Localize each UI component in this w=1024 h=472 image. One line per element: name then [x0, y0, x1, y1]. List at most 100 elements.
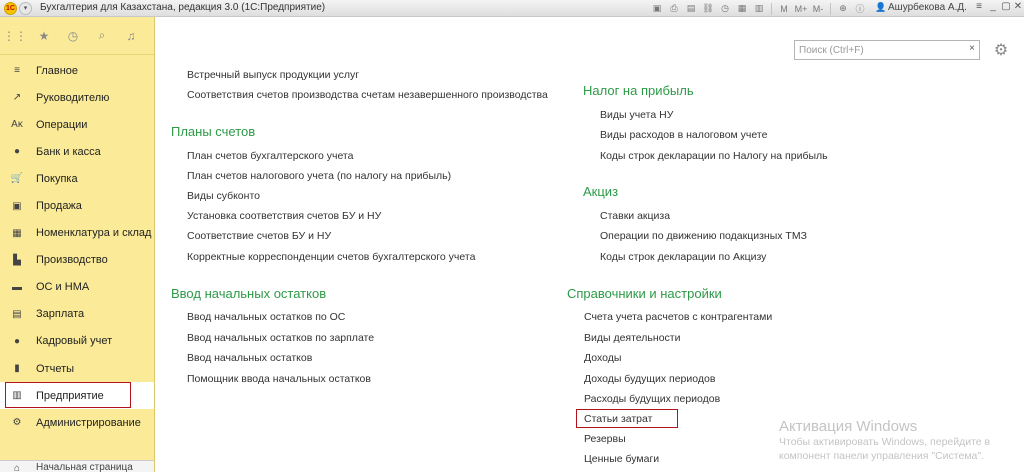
link-excise-operations[interactable]: Операции по движению подакцизных ТМЗ [600, 230, 807, 242]
truck-icon: ▬ [12, 281, 22, 293]
link-wip-accounts[interactable]: Соответствия счетов производства счетам … [187, 89, 548, 101]
memory-button-m-minus[interactable]: M- [811, 2, 825, 15]
preview-icon[interactable]: ▤ [684, 2, 698, 15]
link-opening-balances[interactable]: Ввод начальных остатков [187, 352, 312, 364]
link-chart-tax[interactable]: План счетов налогового учета (по налогу … [187, 170, 451, 182]
search-box: × [794, 40, 980, 60]
zoom-icon[interactable]: ⊕ [836, 2, 850, 15]
link-income-tax-codes[interactable]: Коды строк декларации по Налогу на прибы… [600, 150, 828, 162]
main-menu-icon[interactable]: ▾ [19, 2, 32, 15]
link-correspondence[interactable]: Соответствие счетов БУ и НУ [187, 230, 331, 242]
link-opening-fixed-assets[interactable]: Ввод начальных остатков по ОС [187, 311, 345, 323]
search-input[interactable] [795, 41, 963, 59]
print-icon[interactable]: ⎙ [667, 2, 681, 15]
star-icon[interactable]: ★ [37, 29, 51, 43]
link-set-correspondence[interactable]: Установка соответствия счетов БУ и НУ [187, 210, 381, 222]
sidebar-item-label: Производство [36, 254, 108, 267]
sidebar-item-fixed-assets[interactable]: ▬ ОС и НМА [0, 274, 154, 301]
sidebar-item-label: Номенклатура и склад [36, 227, 152, 240]
apps-icon[interactable]: ⋮⋮ [3, 29, 27, 43]
sidebar-item-label: Начальная страница [36, 462, 133, 472]
save-icon[interactable]: ▣ [650, 2, 664, 15]
sidebar-item-home[interactable]: ⌂ Начальная страница [0, 460, 154, 472]
sidebar-item-label: Главное [36, 64, 79, 77]
sidebar-item-administration[interactable]: ⚙ Администрирование [0, 409, 154, 436]
bell-icon[interactable]: ♫ [124, 29, 138, 43]
sidebar-item-label: Отчеты [36, 362, 75, 375]
sidebar-item-reports[interactable]: ▮ Отчеты [0, 355, 154, 382]
sidebar-item-label: ОС и НМА [36, 281, 90, 294]
home-icon: ⌂ [13, 462, 21, 472]
building-icon: ▥ [12, 390, 22, 402]
history-icon[interactable]: ◷ [66, 29, 80, 43]
sidebar-item-salary[interactable]: ▤ Зарплата [0, 301, 154, 328]
sidebar-item-bank[interactable]: ● Банк и касса [0, 138, 154, 165]
sidebar-toolbar: ⋮⋮ ★ ◷ ⌕ ♫ [0, 17, 154, 55]
sidebar-item-production[interactable]: ▙ Производство [0, 247, 154, 274]
calculator-icon[interactable]: ▥ [752, 2, 766, 15]
link-deferred-income[interactable]: Доходы будущих периодов [584, 373, 715, 385]
link-subconto-types[interactable]: Виды субконто [187, 190, 260, 202]
sidebar-item-warehouse[interactable]: ▦ Номенклатура и склад [0, 220, 154, 247]
link-cost-items[interactable]: Статьи затрат [584, 413, 652, 425]
link-chart-accounting[interactable]: План счетов бухгалтерского учета [187, 150, 353, 162]
sidebar-item-sales[interactable]: ▣ Продажа [0, 192, 154, 219]
windows-activation-watermark: Активация Windows Чтобы активировать Win… [779, 418, 990, 463]
menu-icon: ≡ [14, 65, 20, 77]
chart-icon: ↗ [12, 92, 22, 104]
link-excise-codes[interactable]: Коды строк декларации по Акцизу [600, 251, 766, 263]
sidebar-item-manager[interactable]: ↗ Руководителю [0, 84, 154, 111]
sidebar-item-label: Продажа [36, 200, 82, 213]
bag-icon: ▣ [12, 200, 22, 212]
link-counterparty-accounts[interactable]: Счета учета расчетов с контрагентами [584, 311, 772, 323]
link-income[interactable]: Доходы [584, 352, 621, 364]
memory-button-m-plus[interactable]: M+ [794, 2, 808, 15]
info-icon[interactable]: ⓘ [853, 2, 867, 15]
sidebar-item-enterprise[interactable]: ▥ Предприятие [0, 382, 154, 410]
link-opening-wizard[interactable]: Помощник ввода начальных остатков [187, 373, 371, 385]
calendar-icon[interactable]: ▦ [735, 2, 749, 15]
warehouse-icon: ▦ [12, 227, 22, 239]
reports-icon: ▮ [14, 363, 20, 375]
sidebar-item-label: Кадровый учет [36, 335, 113, 348]
search-icon[interactable]: ⌕ [95, 28, 109, 43]
section-title-charts: Планы счетов [171, 124, 256, 139]
settings-gear-icon[interactable]: ⚙ [990, 40, 1012, 60]
watermark-line: Чтобы активировать Windows, перейдите в [779, 436, 991, 448]
gear-icon: ⚙ [12, 417, 22, 429]
link-excise-rates[interactable]: Ставки акциза [600, 210, 670, 222]
link-activity-types[interactable]: Виды деятельности [584, 332, 680, 344]
separator [830, 2, 831, 15]
sidebar-item-label: Банк и касса [36, 145, 101, 158]
link-opening-salary[interactable]: Ввод начальных остатков по зарплате [187, 332, 374, 344]
history-icon[interactable]: ◷ [718, 2, 732, 15]
sidebar-item-hr[interactable]: ● Кадровый учет [0, 328, 154, 355]
link-icon[interactable]: ⛓ [701, 2, 715, 15]
memory-button-m[interactable]: M [777, 2, 791, 15]
main-panel: × ⚙ Встречный выпуск продукции услуг Соо… [156, 17, 1024, 472]
app-logo-icon[interactable]: 1С [4, 2, 17, 15]
bank-icon: ● [13, 146, 21, 158]
operations-icon: Aᴋ [11, 119, 23, 131]
link-securities[interactable]: Ценные бумаги [584, 453, 659, 465]
sidebar-item-label: Операции [36, 118, 88, 131]
link-tax-expense-types[interactable]: Виды расходов в налоговом учете [600, 129, 767, 141]
sidebar-item-main[interactable]: ≡ Главное [0, 57, 154, 84]
link-reserves[interactable]: Резервы [584, 433, 626, 445]
user-name[interactable]: Ашурбекова А.Д. [888, 2, 967, 13]
sidebar: ⋮⋮ ★ ◷ ⌕ ♫ ≡ Главное ↗ Руководителю Aᴋ Опер… [0, 17, 155, 472]
sidebar-item-label: Предприятие [36, 389, 104, 402]
link-deferred-expenses[interactable]: Расходы будущих периодов [584, 393, 720, 405]
link-tax-accounting-types[interactable]: Виды учета НУ [600, 109, 673, 121]
link-counter-output[interactable]: Встречный выпуск продукции услуг [187, 69, 359, 81]
sidebar-item-operations[interactable]: Aᴋ Операции [0, 111, 154, 138]
minimize-icon[interactable]: _ [986, 1, 1000, 12]
sidebar-item-purchase[interactable]: 🛒 Покупка [0, 165, 154, 192]
close-icon[interactable]: ✕ [1011, 1, 1024, 12]
menu-icon[interactable]: ≡ [972, 1, 986, 12]
user-icon: 👤 [875, 2, 887, 12]
link-correct-correspondence[interactable]: Корректные корреспонденции счетов бухгал… [187, 251, 475, 263]
clear-icon[interactable]: × [969, 43, 975, 54]
factory-icon: ▙ [13, 254, 21, 266]
sidebar-item-label: Руководителю [36, 91, 110, 104]
